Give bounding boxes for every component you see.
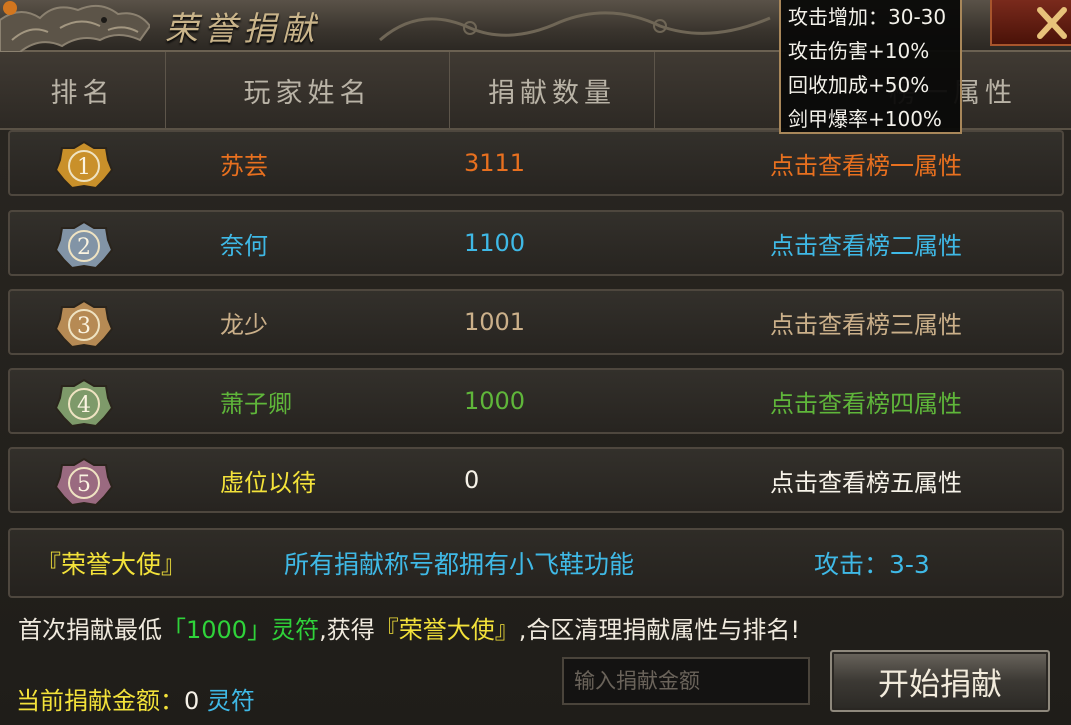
header-rank: 排名 <box>0 52 166 128</box>
player-name: 萧子卿 <box>220 389 292 418</box>
dragon-emblem-icon <box>0 1 150 52</box>
current-donation-unit: 灵符 <box>206 687 255 715</box>
current-donation: 当前捐献金额：0 灵符 <box>16 681 255 716</box>
close-button[interactable] <box>990 0 1071 46</box>
rank-medal-icon: 5 <box>54 457 114 507</box>
honor-donation-window: 荣誉捐献 排名 玩家姓名 捐献数量 榜一属性 1 苏芸3111点击查看榜一属性 … <box>0 0 1071 725</box>
view-attributes-link[interactable]: 点击查看榜二属性 <box>770 212 962 274</box>
player-name: 苏芸 <box>220 151 268 180</box>
donation-notice: 首次捐献最低「1000」灵符,获得『荣誉大使』,合区清理捐献属性与排名! <box>18 610 800 645</box>
window-title: 荣誉捐献 <box>165 9 321 48</box>
player-name: 奈何 <box>220 231 268 260</box>
view-attributes-link[interactable]: 点击查看榜一属性 <box>770 132 962 194</box>
rank-medal-icon: 1 <box>54 140 114 190</box>
attribute-tooltip: 攻击增加：30-30 攻击伤害+10% 回收加成+50% 剑甲爆率+100% <box>779 0 962 134</box>
table-row: 2 奈何 1100 点击查看榜二属性 <box>8 210 1064 276</box>
donation-amount-input[interactable] <box>562 657 810 705</box>
notice-min-amount: 「1000」灵符 <box>162 616 320 644</box>
honor-title-label: 『荣誉大使』 <box>36 550 187 579</box>
rank-number: 2 <box>77 235 91 260</box>
donation-amount: 0 <box>464 466 480 494</box>
tooltip-line: 回收加成+50% <box>788 73 930 97</box>
view-attributes-link[interactable]: 点击查看榜三属性 <box>770 291 962 353</box>
rank-medal-icon: 2 <box>54 220 114 270</box>
rank-number: 4 <box>77 393 91 418</box>
donation-amount: 1100 <box>464 229 526 257</box>
tooltip-line: 剑甲爆率+100% <box>788 107 942 131</box>
table-row: 3 龙少 1001 点击查看榜三属性 <box>8 289 1064 355</box>
title-info-row: 『荣誉大使』 所有捐献称号都拥有小飞鞋功能 攻击：3-3 <box>8 528 1064 598</box>
current-donation-value: 0 <box>184 687 200 715</box>
donation-amount: 1001 <box>464 308 526 336</box>
notice-text-1: 首次捐献最低 <box>18 616 162 644</box>
rank-number: 5 <box>77 472 91 497</box>
player-name: 虚位以待 <box>220 468 316 497</box>
donation-amount: 3111 <box>464 149 526 177</box>
view-attributes-link[interactable]: 点击查看榜四属性 <box>770 370 962 432</box>
rank-medal-icon: 3 <box>54 299 114 349</box>
header-player-name: 玩家姓名 <box>166 52 450 128</box>
header-donation-amount: 捐献数量 <box>450 52 655 128</box>
table-row: 1 苏芸 3111 点击查看榜一属性 <box>8 130 1064 196</box>
notice-text-3: ,合区清理捐献属性与排名! <box>518 616 800 644</box>
close-icon <box>1037 7 1067 39</box>
table-row: 5 虚位以待 0 点击查看榜五属性 <box>8 447 1064 513</box>
tooltip-line: 攻击伤害+10% <box>788 39 930 63</box>
player-name: 龙少 <box>220 310 268 339</box>
title-attack-stat: 攻击：3-3 <box>814 550 930 579</box>
rank-number: 3 <box>77 314 91 339</box>
current-donation-label: 当前捐献金额： <box>16 687 184 715</box>
start-donation-button[interactable]: 开始捐献 <box>830 650 1050 712</box>
rank-medal-icon: 4 <box>54 378 114 428</box>
ornament-swirl-icon <box>379 11 771 42</box>
title-feature-desc: 所有捐献称号都拥有小飞鞋功能 <box>284 550 635 579</box>
rank-number: 1 <box>77 155 91 180</box>
view-attributes-link[interactable]: 点击查看榜五属性 <box>770 449 962 511</box>
notice-honor-title: 『荣誉大使』 <box>374 616 519 644</box>
notice-text-2: ,获得 <box>319 616 375 644</box>
donation-amount: 1000 <box>464 387 526 415</box>
tooltip-line: 攻击增加：30-30 <box>788 5 947 29</box>
table-row: 4 萧子卿 1000 点击查看榜四属性 <box>8 368 1064 434</box>
